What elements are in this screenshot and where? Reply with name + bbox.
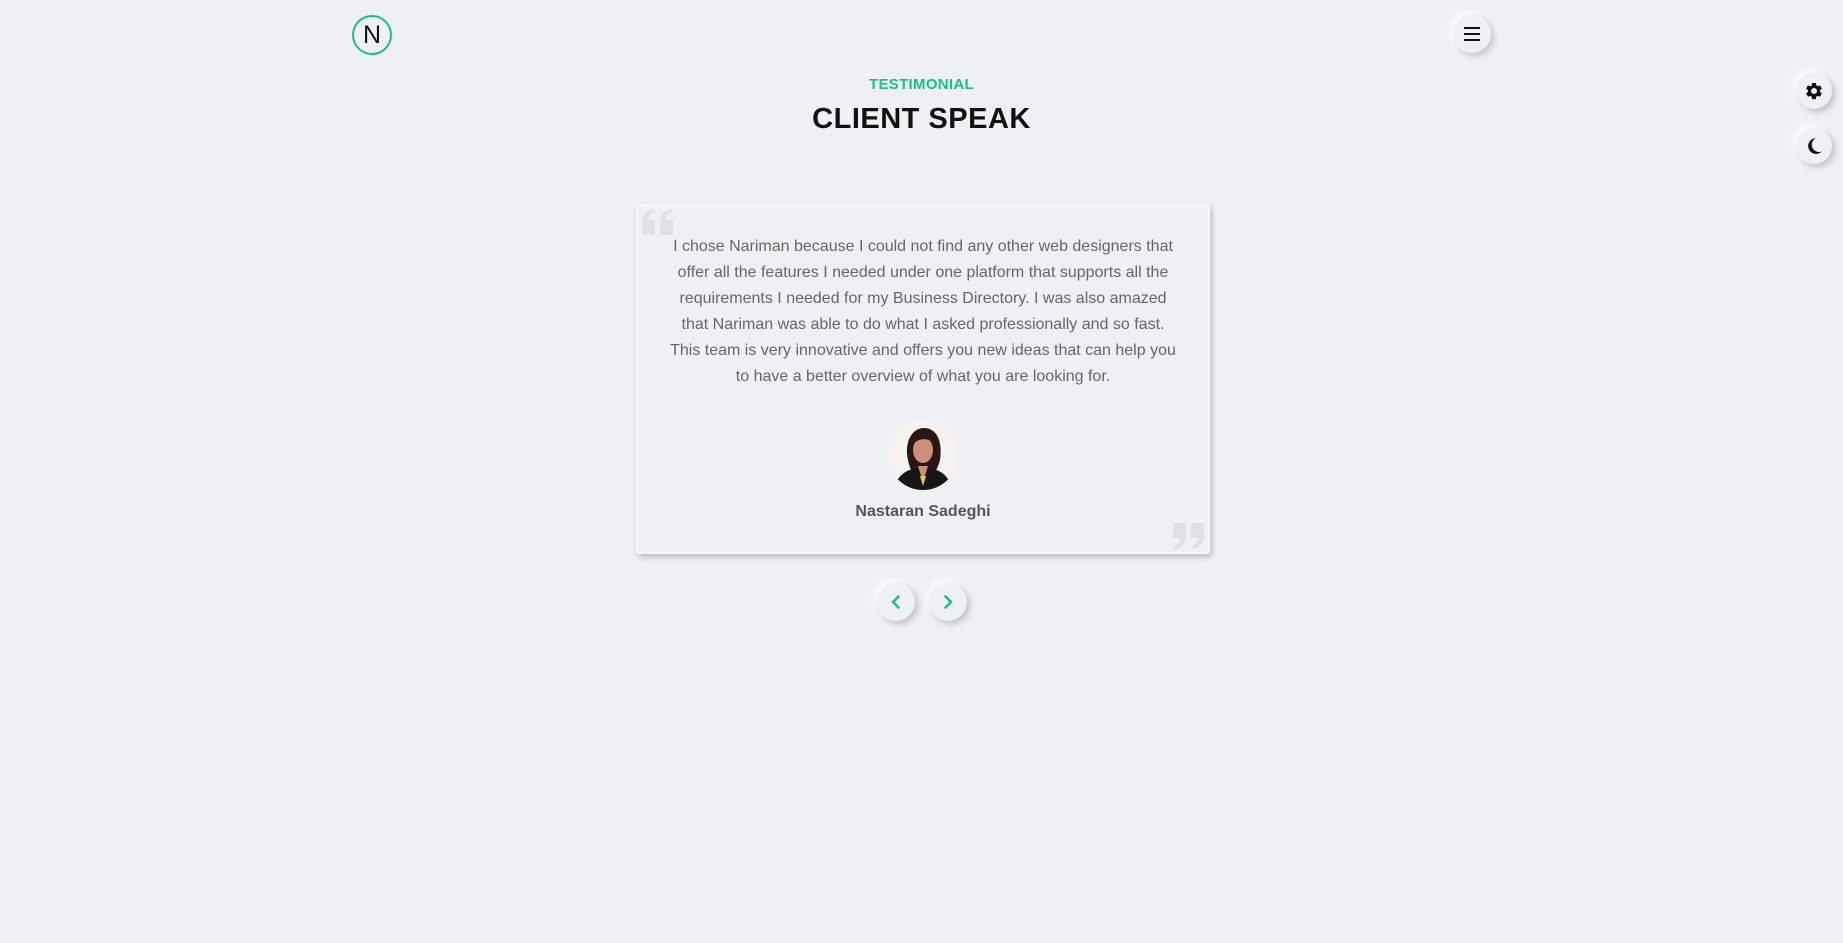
hamburger-icon xyxy=(1464,27,1480,41)
section-title: CLIENT SPEAK xyxy=(812,103,1031,135)
quote-open-icon xyxy=(642,209,673,235)
menu-button[interactable] xyxy=(1453,15,1491,53)
page: N TESTIMONIAL CLIENT SPEAK I chose Narim… xyxy=(0,0,1843,943)
logo[interactable]: N xyxy=(352,15,392,55)
next-testimonial-button[interactable] xyxy=(929,583,967,621)
client-avatar xyxy=(888,420,958,490)
client-name: Nastaran Sadeghi xyxy=(855,503,991,520)
section-label: TESTIMONIAL xyxy=(869,76,974,93)
chevron-right-icon xyxy=(944,595,953,609)
testimonial-quote: I chose Nariman because I could not find… xyxy=(670,238,1176,385)
testimonial-card: I chose Nariman because I could not find… xyxy=(636,204,1210,554)
prev-testimonial-button[interactable] xyxy=(877,583,915,621)
chevron-left-icon xyxy=(891,595,900,609)
logo-letter: N xyxy=(362,20,382,49)
moon-icon xyxy=(1808,138,1822,154)
quote-close-icon xyxy=(1173,523,1204,549)
